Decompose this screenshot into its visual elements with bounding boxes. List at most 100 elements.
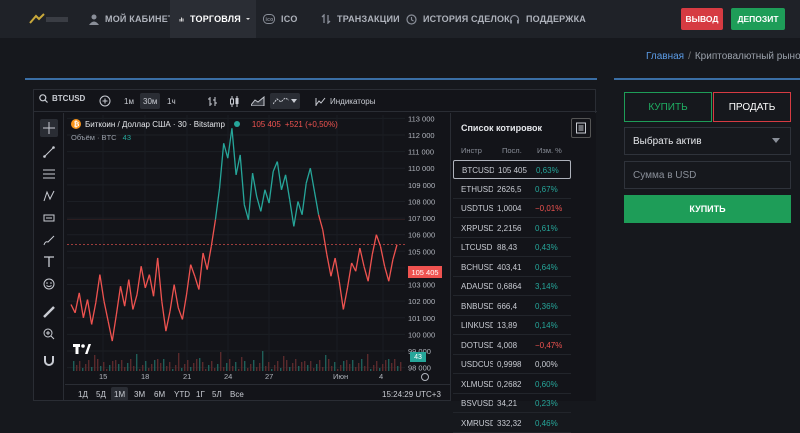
emoji-tool[interactable] [40, 275, 58, 293]
zoom-tool[interactable] [40, 325, 58, 343]
quote-row[interactable]: USDTUSD 1,0004 −0,01% [453, 199, 571, 218]
prediction-tool[interactable] [40, 209, 58, 227]
nav-my-cabinet[interactable]: МОЙ КАБИНЕТ [89, 0, 174, 38]
line-style-button[interactable] [270, 93, 300, 109]
price-segment [383, 266, 390, 282]
interval-1m[interactable]: 1м [121, 93, 137, 109]
quote-row[interactable]: LTCUSD 88,43 0,43% [453, 238, 571, 257]
interval-30m[interactable]: 30м [140, 93, 161, 109]
quote-row[interactable]: BSVUSD 34,21 0,23% [453, 394, 571, 413]
deposit-button[interactable]: ДЕПОЗИТ [731, 8, 785, 30]
nav-support[interactable]: ПОДДЕРЖКА [509, 0, 586, 38]
range-all[interactable]: Все [227, 387, 247, 401]
quote-row[interactable]: BCHUSD 403,41 0,64% [453, 258, 571, 277]
quotes-header-last[interactable]: Посл. [502, 146, 522, 155]
range-1d[interactable]: 1Д [75, 387, 91, 401]
volume-bar [73, 361, 75, 371]
quote-row[interactable]: XRPUSD 2,2156 0,61% [453, 219, 571, 238]
range-1y[interactable]: 1Г [193, 387, 208, 401]
fib-tool[interactable] [40, 165, 58, 183]
volume-bar [397, 366, 399, 371]
interval-1h[interactable]: 1ч [164, 93, 179, 109]
measure-tool[interactable] [40, 303, 58, 321]
volume-bar [91, 367, 93, 371]
volume-bar [169, 362, 171, 371]
amount-usd-input[interactable]: Сумма в USD [624, 161, 791, 189]
buy-tab[interactable]: КУПИТЬ [624, 92, 712, 122]
quote-change: 0,43% [535, 243, 558, 252]
gear-icon [421, 373, 429, 381]
range-1m[interactable]: 1М [111, 387, 129, 401]
range-3m[interactable]: 3М [131, 387, 148, 401]
watchlist-toggle-button[interactable] [571, 118, 591, 138]
quote-row[interactable]: LINKUSD 13,89 0,14% [453, 316, 571, 335]
nav-transactions[interactable]: ТРАНЗАКЦИИ [321, 0, 400, 38]
time-range-bar: 1Д 5Д 1М 3М 6М YTD 1Г 5Л Все 15:24:29 UT… [65, 384, 450, 402]
quote-row[interactable]: XMRUSD 332,32 0,46% [453, 414, 571, 433]
nav-trading[interactable]: ТОРГОВЛЯ [170, 0, 256, 38]
y-tick-label: 105 000 [408, 247, 435, 256]
quote-row[interactable]: XLMUSD 0,2682 0,60% [453, 375, 571, 394]
volume-bar [295, 359, 297, 371]
bars-style-button[interactable] [204, 93, 221, 109]
caret-down-icon [245, 17, 250, 21]
area-style-button[interactable] [248, 93, 268, 109]
range-6m[interactable]: 6М [151, 387, 168, 401]
crosshair-tool[interactable] [40, 119, 58, 137]
nav-trade-history[interactable]: ИСТОРИЯ СДЕЛОК [406, 0, 510, 38]
volume-bar [391, 363, 393, 371]
price-segment [165, 311, 171, 332]
price-segment [313, 191, 320, 215]
range-5y[interactable]: 5Л [209, 387, 225, 401]
price-chart[interactable]: 113 000 112 000 111 000 110 000 109 000 108 0… [65, 113, 450, 383]
brush-tool[interactable] [40, 231, 58, 249]
quote-change: 0,23% [535, 399, 558, 408]
candles-style-button[interactable] [226, 93, 243, 109]
asset-select[interactable]: Выбрать актив [624, 127, 791, 155]
magnet-tool[interactable] [40, 351, 58, 369]
breadcrumb-home-link[interactable]: Главная [646, 51, 684, 62]
quote-row[interactable]: DOTUSD 4,008 −0,47% [453, 336, 571, 355]
volume-bar [370, 369, 372, 371]
logo-icon[interactable] [28, 12, 70, 26]
indicators-button[interactable]: Индикаторы [312, 93, 378, 109]
compare-button[interactable] [96, 93, 114, 109]
quote-row[interactable]: ADAUSD 0,6864 3,14% [453, 277, 571, 296]
text-tool[interactable] [40, 253, 58, 271]
chart-canvas[interactable]: 113 000 112 000 111 000 110 000 109 000 108 0… [65, 113, 450, 383]
volume-bar [364, 366, 366, 371]
quote-symbol: ETHUSD [461, 184, 493, 194]
price-segment [289, 199, 295, 227]
price-segment [74, 292, 80, 313]
tradingview-logo-icon[interactable] [73, 343, 91, 355]
symbol-search[interactable]: BTCUSD [39, 94, 85, 103]
zoom-in-icon [43, 328, 55, 340]
pattern-tool[interactable] [40, 187, 58, 205]
price-segment [190, 264, 196, 277]
quote-last: 0,6864 [497, 282, 522, 291]
quote-row[interactable]: BTCUSD 105 405 0,63% [453, 160, 571, 179]
quote-row[interactable]: USDCUSD 0,9998 0,00% [453, 355, 571, 374]
nav-ico[interactable]: ico ICO [263, 0, 298, 38]
quote-last: 4,008 [497, 340, 518, 350]
range-5d[interactable]: 5Д [93, 387, 109, 401]
volume-bar [118, 364, 120, 371]
chart-clock[interactable]: 15:24:29 UTC+3 [379, 387, 444, 401]
quote-row[interactable]: ETHUSD 2626,5 0,67% [453, 180, 571, 199]
volume-bar [76, 365, 78, 371]
range-ytd[interactable]: YTD [171, 387, 193, 401]
volume-bar [229, 359, 231, 371]
volume-bar [82, 368, 84, 371]
price-segment [111, 314, 118, 342]
withdraw-button[interactable]: ВЫВОД [681, 8, 723, 30]
volume-bar [322, 367, 324, 371]
buy-button[interactable]: КУПИТЬ [624, 195, 791, 223]
price-segment [218, 143, 225, 189]
candles-icon [230, 95, 239, 107]
svg-text:₿: ₿ [74, 121, 80, 129]
sell-tab[interactable]: ПРОДАТЬ [713, 92, 791, 122]
quote-row[interactable]: BNBUSD 666,4 0,36% [453, 297, 571, 316]
quotes-header-instrument[interactable]: Инстр [461, 146, 482, 155]
quotes-header-change[interactable]: Изм. % [537, 146, 562, 155]
trendline-tool[interactable] [40, 143, 58, 161]
